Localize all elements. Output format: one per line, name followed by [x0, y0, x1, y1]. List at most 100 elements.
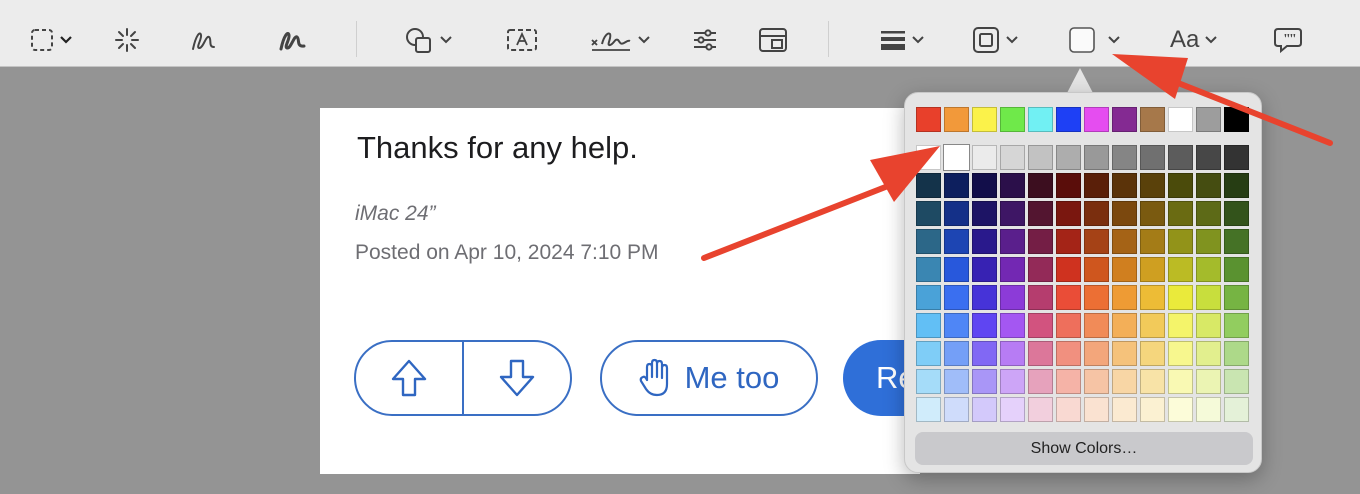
color-swatch[interactable] — [1196, 201, 1221, 226]
color-swatch[interactable] — [916, 145, 941, 170]
color-swatch[interactable] — [944, 341, 969, 366]
color-swatch[interactable] — [1224, 257, 1249, 282]
color-swatch[interactable] — [916, 369, 941, 394]
color-swatch[interactable] — [1056, 145, 1081, 170]
color-swatch[interactable] — [1000, 257, 1025, 282]
color-swatch[interactable] — [944, 257, 969, 282]
color-swatch[interactable] — [972, 397, 997, 422]
color-swatch[interactable] — [1056, 341, 1081, 366]
color-swatch[interactable] — [944, 397, 969, 422]
color-swatch[interactable] — [972, 145, 997, 170]
color-swatch[interactable] — [1140, 285, 1165, 310]
color-swatch[interactable] — [972, 313, 997, 338]
color-swatch[interactable] — [1084, 107, 1109, 132]
color-swatch[interactable] — [1028, 145, 1053, 170]
color-swatch[interactable] — [972, 341, 997, 366]
color-swatch[interactable] — [1168, 257, 1193, 282]
instant-alpha-button[interactable] — [114, 20, 140, 60]
color-swatch[interactable] — [916, 201, 941, 226]
color-swatch[interactable] — [1112, 341, 1137, 366]
color-swatch[interactable] — [1000, 369, 1025, 394]
annotate-button[interactable]: " " — [1273, 20, 1303, 60]
color-swatch[interactable] — [1028, 201, 1053, 226]
shapes-tool-button[interactable] — [404, 20, 452, 60]
color-swatch[interactable] — [1140, 107, 1165, 132]
color-swatch[interactable] — [1000, 285, 1025, 310]
show-colors-button[interactable]: Show Colors… — [915, 432, 1253, 465]
color-swatch[interactable] — [1140, 201, 1165, 226]
color-swatch[interactable] — [1056, 107, 1081, 132]
color-swatch[interactable] — [916, 397, 941, 422]
shape-style-button[interactable] — [880, 20, 924, 60]
color-swatch[interactable] — [1196, 173, 1221, 198]
color-swatch[interactable] — [1196, 229, 1221, 254]
color-swatch[interactable] — [944, 369, 969, 394]
color-swatch[interactable] — [1224, 397, 1249, 422]
color-swatch[interactable] — [1168, 173, 1193, 198]
color-swatch[interactable] — [1028, 397, 1053, 422]
color-swatch[interactable] — [944, 173, 969, 198]
color-swatch[interactable] — [916, 285, 941, 310]
color-swatch[interactable] — [944, 313, 969, 338]
color-swatch[interactable] — [1224, 313, 1249, 338]
color-swatch[interactable] — [1028, 285, 1053, 310]
color-swatch[interactable] — [1168, 313, 1193, 338]
color-swatch[interactable] — [1084, 201, 1109, 226]
color-swatch[interactable] — [1056, 369, 1081, 394]
color-swatch[interactable] — [1196, 107, 1221, 132]
color-swatch[interactable] — [1056, 229, 1081, 254]
color-swatch[interactable] — [972, 229, 997, 254]
color-swatch[interactable] — [1168, 145, 1193, 170]
color-swatch[interactable] — [1140, 173, 1165, 198]
color-swatch[interactable] — [1112, 397, 1137, 422]
adjust-size-button[interactable] — [758, 20, 788, 60]
color-swatch[interactable] — [1028, 107, 1053, 132]
color-swatch[interactable] — [1168, 397, 1193, 422]
draw-tool-button[interactable] — [278, 20, 308, 60]
color-swatch[interactable] — [1112, 145, 1137, 170]
color-swatch[interactable] — [1084, 285, 1109, 310]
color-swatch[interactable] — [1056, 397, 1081, 422]
color-swatch[interactable] — [972, 201, 997, 226]
color-swatch[interactable] — [1056, 173, 1081, 198]
fill-color-button[interactable] — [1068, 20, 1120, 60]
color-swatch[interactable] — [1196, 369, 1221, 394]
color-swatch[interactable] — [1084, 369, 1109, 394]
color-swatch[interactable] — [1140, 313, 1165, 338]
color-swatch[interactable] — [1140, 229, 1165, 254]
color-swatch[interactable] — [1140, 145, 1165, 170]
color-swatch[interactable] — [1000, 341, 1025, 366]
color-swatch[interactable] — [943, 144, 970, 171]
color-swatch[interactable] — [916, 107, 941, 132]
color-swatch[interactable] — [916, 313, 941, 338]
color-swatch[interactable] — [1084, 229, 1109, 254]
color-swatch[interactable] — [916, 173, 941, 198]
color-swatch[interactable] — [1028, 341, 1053, 366]
adjust-color-button[interactable] — [692, 20, 718, 60]
color-swatch[interactable] — [1028, 313, 1053, 338]
color-swatch[interactable] — [1196, 397, 1221, 422]
color-swatch[interactable] — [1224, 107, 1249, 132]
color-swatch[interactable] — [1112, 313, 1137, 338]
color-swatch[interactable] — [1000, 397, 1025, 422]
color-swatch[interactable] — [1084, 173, 1109, 198]
color-swatch[interactable] — [1000, 313, 1025, 338]
me-too-button[interactable]: Me too — [600, 340, 818, 416]
color-swatch[interactable] — [1224, 285, 1249, 310]
color-swatch[interactable] — [1112, 257, 1137, 282]
color-swatch[interactable] — [1084, 313, 1109, 338]
sign-tool-button[interactable] — [590, 20, 650, 60]
color-swatch[interactable] — [1168, 201, 1193, 226]
color-swatch[interactable] — [1168, 341, 1193, 366]
color-swatch[interactable] — [972, 257, 997, 282]
color-swatch[interactable] — [1140, 341, 1165, 366]
color-swatch[interactable] — [944, 201, 969, 226]
color-swatch[interactable] — [1028, 173, 1053, 198]
color-swatch[interactable] — [1140, 369, 1165, 394]
color-swatch[interactable] — [1224, 145, 1249, 170]
color-swatch[interactable] — [1168, 229, 1193, 254]
color-swatch[interactable] — [916, 257, 941, 282]
color-swatch[interactable] — [1056, 285, 1081, 310]
sketch-tool-button[interactable] — [190, 20, 218, 60]
color-swatch[interactable] — [1168, 285, 1193, 310]
